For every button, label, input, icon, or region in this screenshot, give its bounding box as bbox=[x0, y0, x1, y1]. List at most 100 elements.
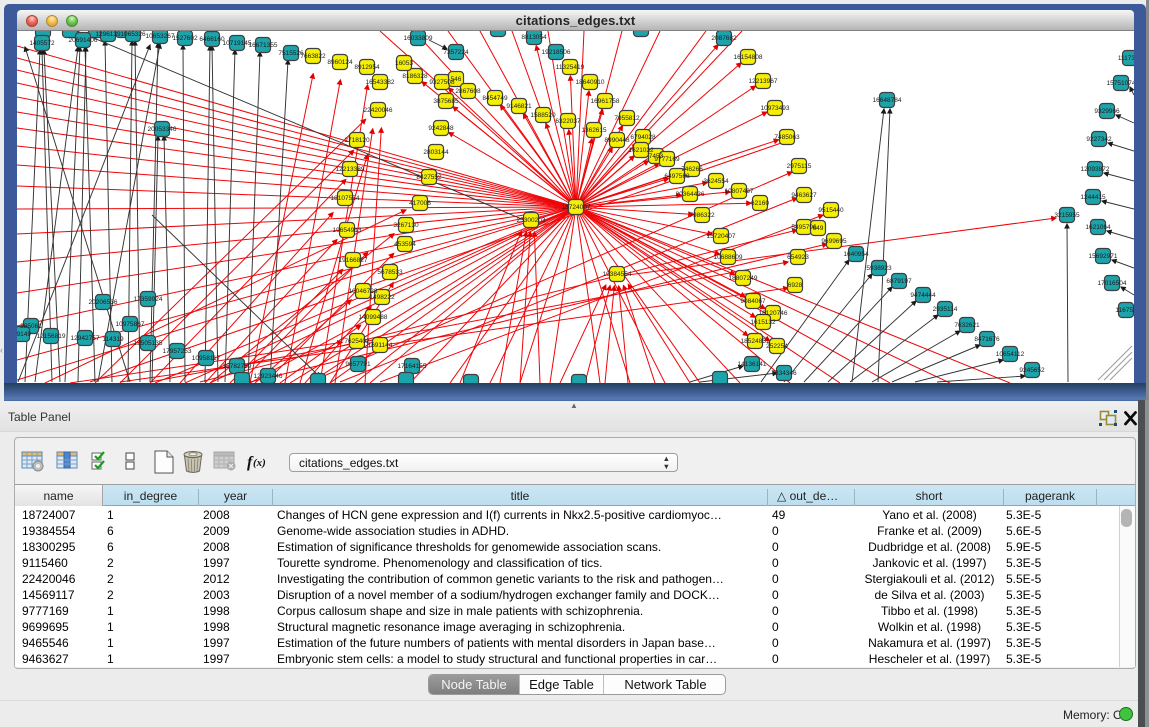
svg-text:1244415: 1244415 bbox=[1080, 194, 1106, 201]
svg-text:3875685: 3875685 bbox=[433, 98, 459, 105]
svg-text:7334346: 7334346 bbox=[771, 370, 797, 377]
svg-text:9657791: 9657791 bbox=[345, 361, 371, 368]
svg-text:746266: 746266 bbox=[681, 166, 703, 173]
svg-text:10958117: 10958117 bbox=[192, 355, 221, 362]
svg-text:17016504: 17016504 bbox=[1098, 280, 1127, 287]
svg-text:649: 649 bbox=[813, 225, 824, 232]
svg-text:15692971: 15692971 bbox=[1089, 253, 1118, 260]
svg-text:19654913: 19654913 bbox=[333, 227, 362, 234]
svg-text:2975115: 2975115 bbox=[787, 163, 812, 170]
svg-text:17359924: 17359924 bbox=[134, 296, 163, 303]
svg-text:9227342: 9227342 bbox=[1086, 136, 1112, 143]
svg-text:8471676: 8471676 bbox=[974, 336, 1000, 343]
svg-text:2087682: 2087682 bbox=[711, 35, 737, 42]
svg-text:1498222: 1498222 bbox=[369, 294, 395, 301]
svg-text:18107554: 18107554 bbox=[331, 195, 360, 202]
svg-text:16671355: 16671355 bbox=[249, 42, 278, 49]
svg-text:5678533: 5678533 bbox=[377, 269, 403, 276]
svg-text:12156819: 12156819 bbox=[37, 333, 66, 340]
svg-text:17957253: 17957253 bbox=[163, 348, 192, 355]
svg-text:8427552: 8427552 bbox=[416, 174, 442, 181]
svg-text:18724007: 18724007 bbox=[562, 204, 591, 211]
svg-text:39149: 39149 bbox=[17, 331, 31, 338]
svg-text:20053346: 20053346 bbox=[148, 126, 177, 133]
svg-text:7632621: 7632621 bbox=[954, 322, 980, 329]
svg-text:17164155: 17164155 bbox=[398, 363, 427, 370]
svg-text:9146821: 9146821 bbox=[506, 103, 532, 110]
svg-text:12093872: 12093872 bbox=[1081, 166, 1110, 173]
svg-text:14136141: 14136141 bbox=[738, 361, 767, 368]
svg-text:22420046: 22420046 bbox=[364, 107, 393, 114]
svg-text:19166827: 19166827 bbox=[339, 257, 368, 264]
svg-text:9329966: 9329966 bbox=[1094, 108, 1120, 115]
svg-text:20691406: 20691406 bbox=[69, 37, 98, 44]
svg-text:3215955: 3215955 bbox=[1054, 212, 1080, 219]
svg-text:12942757: 12942757 bbox=[71, 335, 100, 342]
svg-text:6322037: 6322037 bbox=[555, 118, 581, 125]
svg-text:15751074: 15751074 bbox=[1107, 80, 1134, 87]
svg-text:1527602: 1527602 bbox=[172, 35, 198, 42]
svg-text:1362615: 1362615 bbox=[581, 127, 607, 134]
svg-text:20206536: 20206536 bbox=[89, 299, 118, 306]
svg-text:1588520: 1588520 bbox=[530, 112, 556, 119]
svg-text:20364436: 20364436 bbox=[676, 191, 705, 198]
svg-text:9245652: 9245652 bbox=[1019, 367, 1045, 374]
svg-text:18640910: 18640910 bbox=[576, 79, 605, 86]
svg-text:12213389: 12213389 bbox=[336, 166, 365, 173]
svg-text:10719145: 10719145 bbox=[223, 40, 252, 47]
svg-text:1296139: 1296139 bbox=[95, 31, 121, 38]
svg-text:16154808: 16154808 bbox=[734, 54, 763, 61]
svg-text:9699695: 9699695 bbox=[821, 238, 847, 245]
svg-text:9515440: 9515440 bbox=[818, 207, 844, 214]
svg-text:62160: 62160 bbox=[751, 200, 769, 207]
svg-text:25300203: 25300203 bbox=[517, 217, 546, 224]
svg-text:12505135: 12505135 bbox=[134, 340, 163, 347]
svg-text:385061: 385061 bbox=[20, 323, 42, 330]
svg-text:15720407: 15720407 bbox=[707, 233, 736, 240]
svg-text:8186328: 8186328 bbox=[402, 73, 428, 80]
svg-text:252254: 252254 bbox=[766, 343, 788, 350]
svg-text:9463627: 9463627 bbox=[791, 192, 817, 199]
svg-text:16033809: 16033809 bbox=[404, 35, 433, 42]
svg-text:10973493: 10973493 bbox=[761, 105, 790, 112]
svg-text:19218506: 19218506 bbox=[542, 49, 571, 56]
svg-text:1640954: 1640954 bbox=[843, 251, 869, 258]
svg-text:11325419: 11325419 bbox=[556, 64, 585, 71]
svg-text:10688609: 10688609 bbox=[714, 254, 743, 261]
svg-text:(x): (x) bbox=[253, 457, 266, 469]
svg-text:9777169: 9777169 bbox=[654, 156, 680, 163]
svg-text:654923: 654923 bbox=[787, 254, 809, 261]
svg-text:10654112: 10654112 bbox=[996, 351, 1025, 358]
svg-text:114319: 114319 bbox=[102, 336, 124, 343]
svg-text:6466160: 6466160 bbox=[199, 36, 225, 43]
svg-text:18807249: 18807249 bbox=[729, 275, 758, 282]
svg-text:16120746: 16120746 bbox=[759, 310, 788, 317]
svg-text:1691144: 1691144 bbox=[368, 342, 393, 349]
svg-text:3267130: 3267130 bbox=[393, 222, 419, 229]
svg-text:2718120: 2718120 bbox=[344, 137, 370, 144]
svg-text:1065326: 1065326 bbox=[120, 31, 146, 38]
svg-text:1615132: 1615132 bbox=[750, 319, 776, 326]
svg-text:8813054: 8813054 bbox=[521, 34, 547, 41]
svg-text:7986322: 7986322 bbox=[689, 212, 715, 219]
svg-text:8990448: 8990448 bbox=[604, 137, 630, 144]
svg-text:8912954: 8912954 bbox=[354, 64, 380, 71]
svg-text:1621064: 1621064 bbox=[1085, 224, 1111, 231]
svg-text:6497568: 6497568 bbox=[664, 173, 690, 180]
svg-text:16053: 16053 bbox=[395, 60, 413, 67]
svg-text:2803144: 2803144 bbox=[423, 149, 449, 156]
svg-text:7955812: 7955812 bbox=[614, 115, 640, 122]
svg-text:9242848: 9242848 bbox=[428, 125, 454, 132]
svg-text:5938923: 5938923 bbox=[866, 265, 892, 272]
svg-text:8960124: 8960124 bbox=[327, 59, 353, 66]
svg-text:19384554: 19384554 bbox=[603, 271, 632, 278]
svg-text:12923446: 12923446 bbox=[254, 373, 283, 380]
svg-text:2935114: 2935114 bbox=[933, 306, 958, 313]
svg-text:546: 546 bbox=[451, 76, 462, 83]
svg-text:16782759: 16782759 bbox=[223, 363, 252, 370]
svg-text:7625402: 7625402 bbox=[344, 338, 370, 345]
svg-text:1405572: 1405572 bbox=[29, 40, 55, 47]
svg-text:12213967: 12213967 bbox=[749, 78, 778, 85]
svg-text:10975867: 10975867 bbox=[116, 321, 145, 328]
svg-text:16961758: 16961758 bbox=[591, 98, 620, 105]
